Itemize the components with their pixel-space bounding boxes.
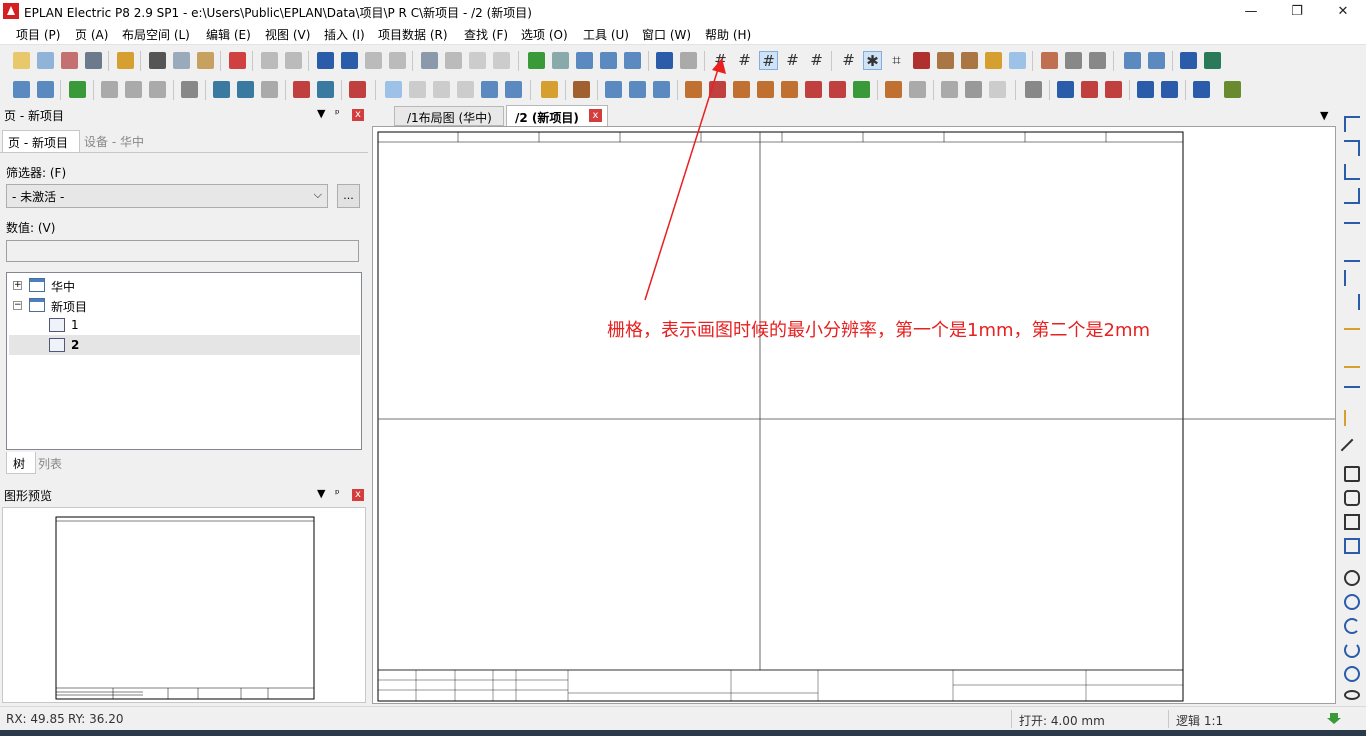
- line-icon[interactable]: [1340, 438, 1364, 462]
- status-rx: RX: 49.85: [6, 712, 65, 726]
- status-bar: RX: 49.85 RY: 36.20 打开: 4.00 mm 逻辑 1:1: [0, 706, 1366, 730]
- t-node-left-icon[interactable]: [1344, 294, 1360, 310]
- corner-bottom-right-icon[interactable]: [1344, 188, 1360, 204]
- right-toolbar: [1338, 104, 1366, 704]
- corner-top-right-icon[interactable]: [1344, 140, 1360, 156]
- arc-alt-icon[interactable]: [1344, 642, 1360, 658]
- annotation-note: 栅格，表示画图时候的最小分辨率，第一个是1mm，第二个是2mm: [607, 320, 1151, 341]
- status-divider: [1011, 710, 1012, 728]
- sector-icon[interactable]: [1344, 666, 1360, 682]
- arc-icon[interactable]: [1344, 618, 1360, 634]
- ellipse-icon[interactable]: [1344, 594, 1360, 610]
- rectangle-icon[interactable]: [1344, 514, 1360, 530]
- circle-icon[interactable]: [1344, 570, 1360, 586]
- polygon-icon[interactable]: [1344, 490, 1360, 506]
- taskbar-strip: [0, 730, 1366, 736]
- status-ry: RY: 36.20: [68, 712, 124, 726]
- status-logic: 逻辑 1:1: [1176, 714, 1224, 728]
- annotation-arrow: [644, 58, 726, 301]
- jumper-icon[interactable]: [1344, 386, 1360, 402]
- corner-top-left-icon[interactable]: [1344, 116, 1360, 132]
- t-node-down-icon[interactable]: [1344, 222, 1360, 238]
- cross-node-icon[interactable]: [1344, 328, 1360, 344]
- angle-icon[interactable]: [1344, 410, 1360, 426]
- t-node-right-icon[interactable]: [1344, 270, 1360, 286]
- corner-bottom-left-icon[interactable]: [1344, 164, 1360, 180]
- polyline-icon[interactable]: [1344, 466, 1360, 482]
- status-divider: [1168, 710, 1169, 728]
- download-icon[interactable]: [1326, 711, 1342, 726]
- ellipse-flat-icon[interactable]: [1344, 690, 1360, 700]
- diagonal-node-icon[interactable]: [1344, 352, 1360, 368]
- t-node-up-icon[interactable]: [1344, 246, 1360, 262]
- text-frame-icon[interactable]: [1344, 538, 1360, 554]
- status-grid-open: 打开: 4.00 mm: [1019, 714, 1105, 728]
